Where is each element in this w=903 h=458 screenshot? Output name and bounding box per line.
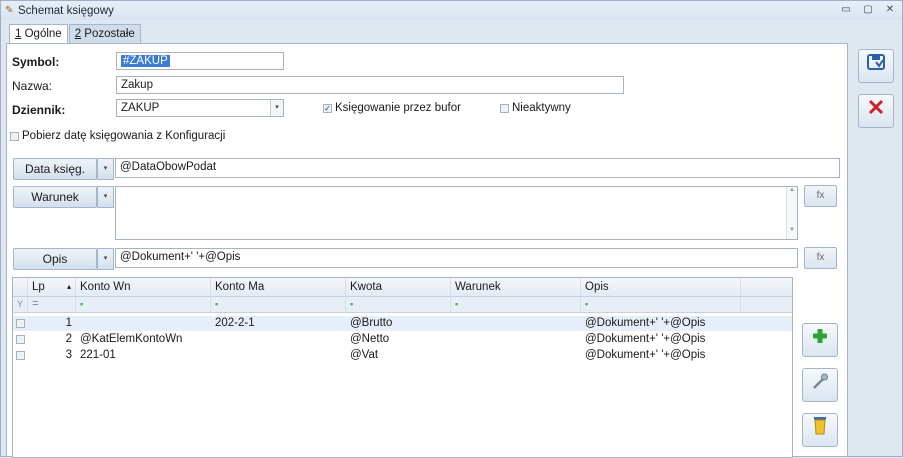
filter-konto-wn[interactable]: ▪	[76, 297, 211, 312]
sort-asc-icon: ▴	[66, 282, 71, 291]
app-icon: ✎	[5, 4, 14, 16]
ksiegowanie-grid: Lp ▴ Konto Wn Konto Ma Kwota Warunek Opi…	[12, 277, 793, 458]
save-icon	[867, 54, 885, 70]
table-row[interactable]: 3 221-01 @Vat @Dokument+' '+@Opis	[13, 348, 792, 363]
save-button[interactable]	[858, 49, 894, 83]
warunek-textarea[interactable]: ▲ ▼	[115, 186, 798, 240]
trash-icon	[814, 417, 826, 435]
edit-button[interactable]	[802, 368, 838, 402]
cancel-icon	[868, 99, 884, 115]
dziennik-select[interactable]: ZAKUP ▾	[116, 99, 284, 117]
opis-button[interactable]: Opis	[13, 248, 97, 270]
schemat-ksiegowy-window: ✎ Schemat księgowy ▭ ▢ ✕ 1 Ogólne 2 Pozo…	[0, 0, 903, 458]
data-ksieg-dropdown-icon[interactable]: ▾	[97, 158, 114, 180]
window-title: Schemat księgowy	[18, 4, 114, 17]
column-header-warunek[interactable]: Warunek	[451, 278, 581, 296]
column-header-lp[interactable]: Lp ▴	[28, 278, 76, 296]
tab-strip: 1 Ogólne 2 Pozostałe	[9, 24, 142, 44]
row-checkbox[interactable]	[16, 351, 25, 360]
warunek-dropdown-icon[interactable]: ▾	[97, 186, 114, 208]
filter-lp[interactable]: =	[28, 297, 76, 312]
filter-warunek[interactable]: ▪	[451, 297, 581, 312]
filter-konto-ma[interactable]: ▪	[211, 297, 346, 312]
window-controls: ▭ ▢ ✕	[840, 4, 896, 15]
nieaktywny-checkbox[interactable]: Nieaktywny	[500, 102, 571, 114]
edit-icon	[813, 373, 828, 389]
table-row[interactable]: 1 202-2-1 @Brutto @Dokument+' '+@Opis	[13, 316, 792, 331]
column-header-kwota[interactable]: Kwota	[346, 278, 451, 296]
maximize-icon[interactable]: ▢	[862, 4, 874, 15]
row-checkbox[interactable]	[16, 319, 25, 328]
column-header-konto-wn[interactable]: Konto Wn	[76, 278, 211, 296]
opis-input[interactable]: @Dokument+' '+@Opis	[115, 248, 798, 268]
opis-formula-button[interactable]: fx	[804, 247, 837, 269]
warunek-button[interactable]: Warunek	[13, 186, 97, 208]
pobierz-date-checkbox[interactable]: Pobierz datę księgowania z Konfiguracji	[10, 130, 225, 142]
dziennik-label: Dziennik:	[12, 103, 66, 117]
checkbox-empty-icon[interactable]	[500, 103, 509, 113]
symbol-input[interactable]: #ZAKUP	[116, 52, 284, 70]
column-header-konto-ma[interactable]: Konto Ma	[211, 278, 346, 296]
checkbox-checked-icon[interactable]: ✓	[323, 103, 332, 113]
scroll-down-icon[interactable]: ▼	[787, 227, 797, 233]
scroll-up-icon[interactable]: ▲	[787, 187, 797, 193]
add-button[interactable]	[802, 323, 838, 357]
ksiegowanie-checkbox[interactable]: ✓ Księgowanie przez bufor	[323, 102, 461, 114]
filter-icon[interactable]: Y	[13, 297, 28, 312]
data-ksieg-input[interactable]: @DataObowPodat	[115, 158, 840, 178]
minimize-icon[interactable]: ▭	[840, 4, 852, 15]
grid-header: Lp ▴ Konto Wn Konto Ma Kwota Warunek Opi…	[13, 278, 792, 297]
warunek-formula-button[interactable]: fx	[804, 185, 837, 207]
title-bar: ✎ Schemat księgowy ▭ ▢ ✕	[1, 1, 902, 20]
tab-pozostale[interactable]: 2 Pozostałe	[68, 24, 141, 43]
nazwa-input[interactable]: Zakup	[116, 76, 624, 94]
column-header-opis[interactable]: Opis	[581, 278, 741, 296]
nazwa-label: Nazwa:	[12, 79, 53, 93]
chevron-down-icon[interactable]: ▾	[270, 100, 283, 116]
filter-kwota[interactable]: ▪	[346, 297, 451, 312]
opis-dropdown-icon[interactable]: ▾	[97, 248, 114, 270]
filter-opis[interactable]: ▪	[581, 297, 741, 312]
tab-ogolne[interactable]: 1 Ogólne	[9, 24, 68, 44]
delete-button[interactable]	[802, 413, 838, 447]
grid-filter-row: Y = ▪ ▪ ▪ ▪ ▪	[13, 297, 792, 313]
checkbox-empty-icon[interactable]	[10, 131, 19, 141]
symbol-label: Symbol:	[12, 55, 60, 69]
cancel-button[interactable]	[858, 94, 894, 128]
row-checkbox[interactable]	[16, 335, 25, 344]
close-icon[interactable]: ✕	[884, 4, 896, 15]
warunek-scrollbar[interactable]: ▲ ▼	[786, 187, 797, 239]
table-row[interactable]: 2 @KatElemKontoWn @Netto @Dokument+' '+@…	[13, 332, 792, 347]
data-ksieg-button[interactable]: Data księg.	[13, 158, 97, 180]
plus-icon	[813, 329, 827, 343]
